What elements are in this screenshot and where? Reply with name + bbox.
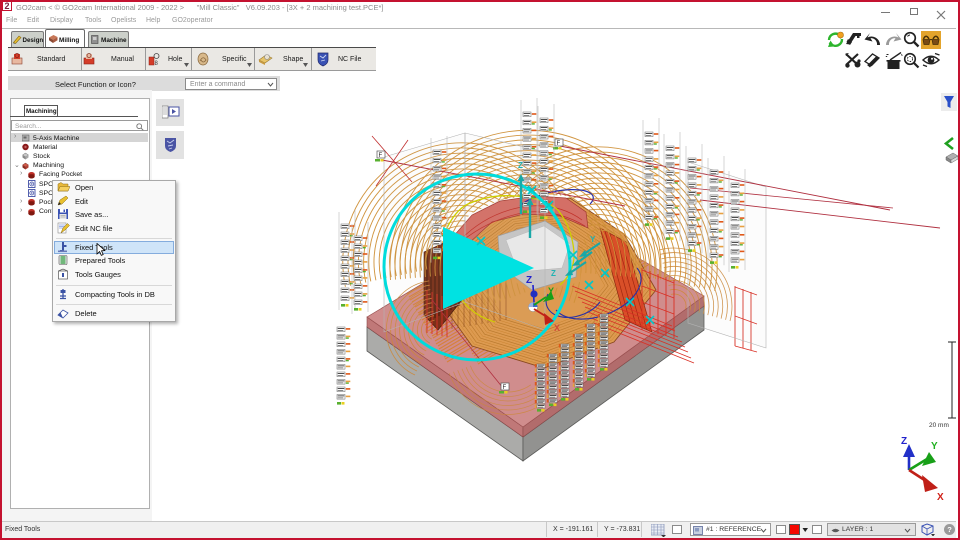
svg-text:X: X [937,492,944,503]
svg-text:Z: Z [551,269,556,278]
svg-text:F: F [379,153,383,159]
svg-text:Y: Y [931,441,938,452]
svg-text:Z: Z [901,436,907,447]
svg-text:Y: Y [590,235,596,244]
svg-text:F: F [503,385,507,391]
svg-text:20 mm: 20 mm [929,422,949,429]
svg-text:Y: Y [548,286,554,296]
svg-text:Z: Z [518,161,523,170]
svg-text:X: X [554,323,560,333]
svg-text:Z: Z [526,275,532,286]
svg-text:F: F [557,141,561,147]
